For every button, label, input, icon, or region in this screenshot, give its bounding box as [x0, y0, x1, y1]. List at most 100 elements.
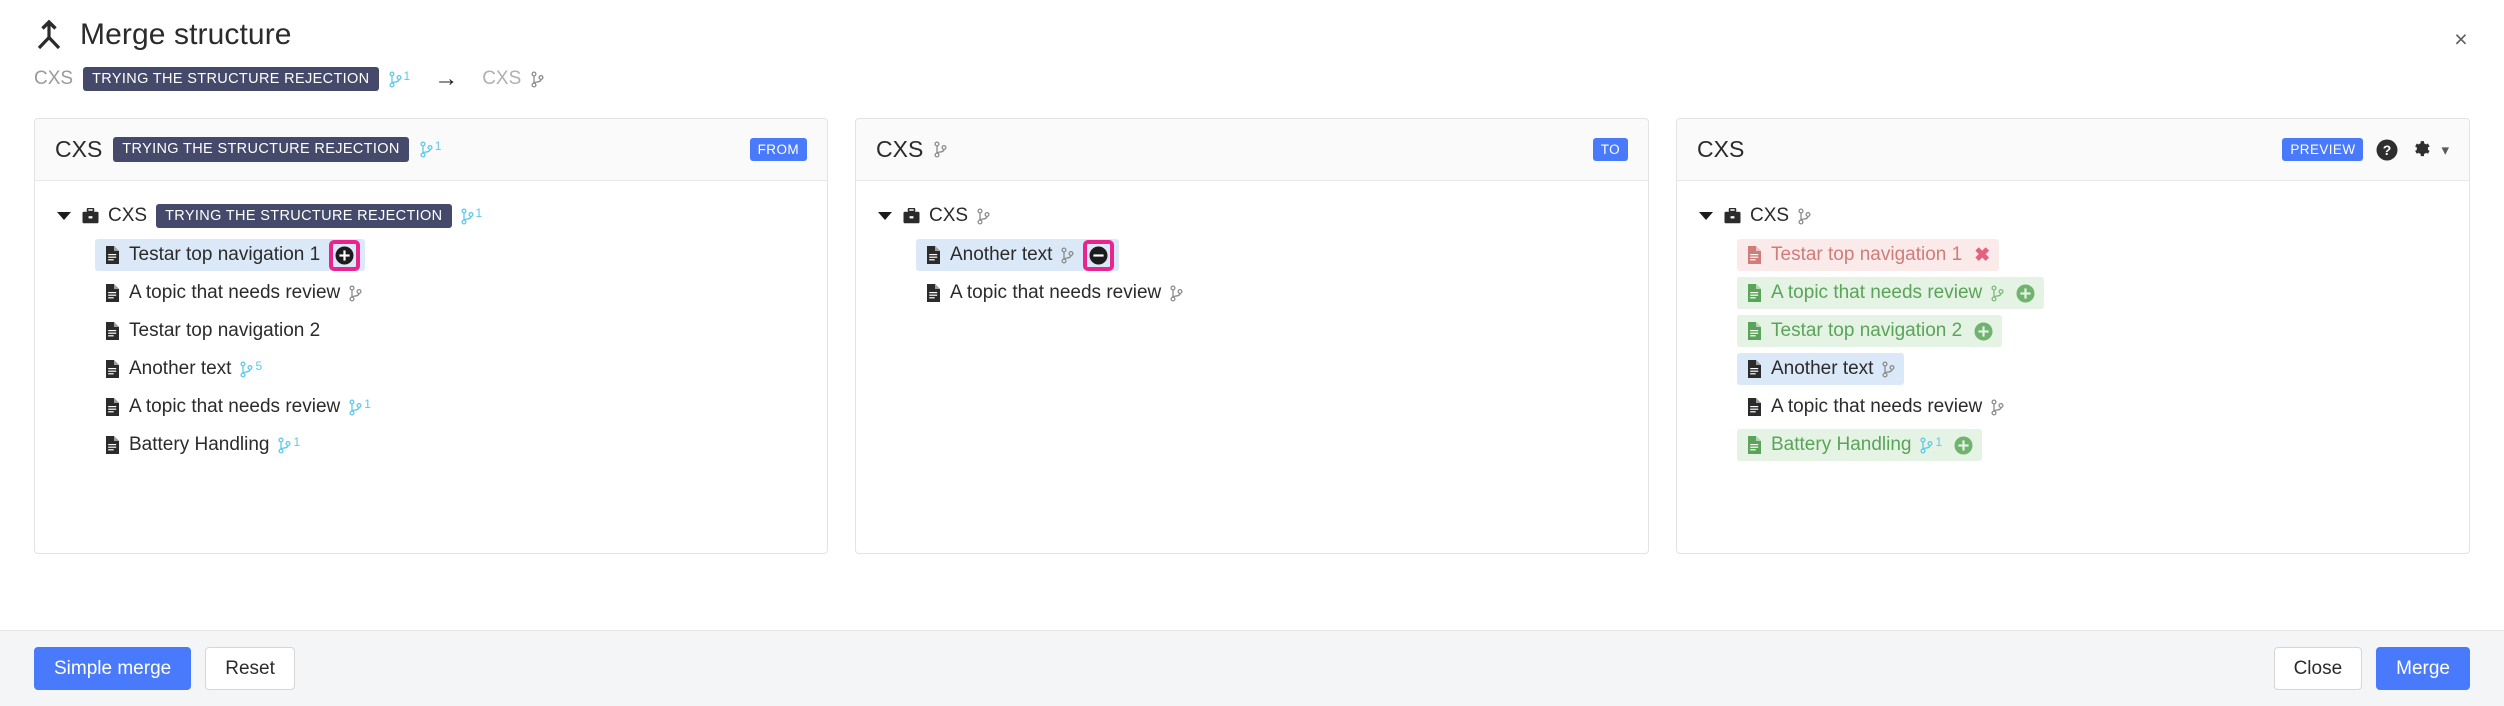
branch-icon: [1991, 399, 2004, 416]
reset-button[interactable]: Reset: [205, 647, 295, 690]
breadcrumb-source-branch-count: 1: [404, 70, 411, 82]
briefcase-icon: [1724, 208, 1741, 224]
branch-icon: 1: [1920, 437, 1942, 454]
panel-header: CXS PREVIEW ? ▾: [1677, 119, 2469, 181]
briefcase-icon: [82, 208, 99, 224]
help-icon[interactable]: ?: [2376, 139, 2398, 161]
root-branch-badge: TRYING THE STRUCTURE REJECTION: [156, 204, 451, 229]
dialog-header: Merge structure × CXS TRYING THE STRUCTU…: [0, 0, 2504, 92]
tree-row-wrapper: A topic that needs review: [1697, 391, 2449, 429]
branch-icon: 1: [461, 208, 483, 225]
panel-from: CXS TRYING THE STRUCTURE REJECTION 1 FRO…: [34, 118, 828, 554]
breadcrumb-source-branch-icon: 1: [389, 71, 411, 88]
tree-row[interactable]: Battery Handling 1: [1737, 429, 1982, 461]
tree-root-row[interactable]: CXS: [876, 201, 1628, 231]
panel-header-actions: PREVIEW ? ▾: [2282, 138, 2449, 162]
tree-row-label: Battery Handling: [129, 434, 269, 456]
panel-title: CXS: [55, 136, 102, 163]
breadcrumb-source-space: CXS: [34, 68, 73, 90]
simple-merge-button[interactable]: Simple merge: [34, 647, 191, 690]
expand-caret-icon[interactable]: [878, 212, 892, 220]
tree-row-wrapper: A topic that needs review: [1697, 277, 2449, 315]
document-icon: [926, 284, 941, 302]
document-icon: [1747, 284, 1762, 302]
panel-tree: CXS Another text: [856, 181, 1648, 553]
tree-row[interactable]: Testar top navigation 2: [95, 315, 329, 347]
document-icon: [1747, 360, 1762, 378]
branch-icon: [1170, 285, 1183, 302]
document-icon: [105, 436, 120, 454]
panel-header: CXS TRYING THE STRUCTURE REJECTION 1 FRO…: [35, 119, 827, 181]
branch-count: 1: [1935, 436, 1942, 448]
removed-indicator-icon[interactable]: ✖: [1974, 246, 1990, 265]
close-button[interactable]: Close: [2274, 647, 2363, 690]
tree-row-label: Another text: [129, 358, 231, 380]
tree-root-label: CXS: [108, 205, 147, 227]
tree-row[interactable]: Another text: [1737, 353, 1904, 385]
merge-arrow-icon: [34, 19, 64, 51]
document-icon: [1747, 398, 1762, 416]
panel-header-actions: TO: [1593, 138, 1628, 162]
branch-count: 1: [435, 140, 442, 152]
tree-row-wrapper: Testar top navigation 2: [55, 315, 807, 353]
document-icon: [105, 322, 120, 340]
tree-row-wrapper: Another text: [876, 239, 1628, 277]
document-icon: [105, 398, 120, 416]
panel-title: CXS: [1697, 136, 1744, 163]
page-title: Merge structure: [80, 18, 292, 52]
tree-rows: Testar top navigation 1 ✖ A topic that n…: [1697, 239, 2449, 467]
panel-title: CXS: [876, 136, 923, 163]
branch-icon: [1991, 285, 2004, 302]
tree-row-label: A topic that needs review: [1771, 282, 1982, 304]
branch-icon: [1798, 208, 1811, 225]
tree-row[interactable]: A topic that needs review: [1737, 277, 2044, 309]
panel-role-badge: TO: [1593, 138, 1628, 162]
panel-header-actions: FROM: [750, 138, 807, 162]
close-icon[interactable]: ×: [2444, 22, 2478, 56]
added-indicator-icon[interactable]: [2016, 284, 2035, 303]
panel-tree: CXS Testar top navigation 1 ✖: [1677, 181, 2469, 553]
tree-root-label: CXS: [929, 205, 968, 227]
tree-row[interactable]: A topic that needs review 1: [95, 391, 380, 423]
breadcrumb: CXS TRYING THE STRUCTURE REJECTION 1 → C…: [34, 66, 2470, 92]
remove-topic-button[interactable]: [1087, 244, 1110, 267]
added-indicator-icon[interactable]: [1974, 322, 1993, 341]
tree-root-row[interactable]: CXS TRYING THE STRUCTURE REJECTION 1: [55, 201, 807, 231]
tree-root-label: CXS: [1750, 205, 1789, 227]
briefcase-icon: [903, 208, 920, 224]
tree-row-label: Testar top navigation 2: [129, 320, 320, 342]
panel-branch-badge: TRYING THE STRUCTURE REJECTION: [113, 137, 408, 162]
document-icon: [926, 246, 941, 264]
tree-row[interactable]: A topic that needs review: [95, 277, 371, 309]
branch-count: 1: [293, 436, 300, 448]
tree-row-label: A topic that needs review: [1771, 396, 1982, 418]
breadcrumb-target-space: CXS: [482, 68, 521, 90]
tree-row-label: A topic that needs review: [129, 396, 340, 418]
branch-count: 5: [255, 360, 262, 372]
tree-row[interactable]: A topic that needs review: [916, 277, 1192, 309]
expand-caret-icon[interactable]: [57, 212, 71, 220]
tree-row[interactable]: Testar top navigation 1: [95, 239, 365, 271]
tree-root-row[interactable]: CXS: [1697, 201, 2449, 231]
tree-row[interactable]: Another text 5: [95, 353, 271, 385]
tree-row[interactable]: A topic that needs review: [1737, 391, 2013, 423]
tree-row-wrapper: Testar top navigation 1 ✖: [1697, 239, 2449, 277]
tree-row-label: Battery Handling: [1771, 434, 1911, 456]
tree-row[interactable]: Testar top navigation 1 ✖: [1737, 239, 1999, 271]
add-topic-button[interactable]: [333, 244, 356, 267]
branch-icon: 5: [240, 361, 262, 378]
tree-row[interactable]: Battery Handling 1: [95, 429, 309, 461]
branch-icon: [1061, 247, 1074, 264]
panels-container: CXS TRYING THE STRUCTURE REJECTION 1 FRO…: [0, 92, 2504, 606]
chevron-down-icon[interactable]: ▾: [2441, 141, 2449, 159]
gear-icon[interactable]: [2411, 139, 2432, 160]
added-indicator-icon[interactable]: [1954, 436, 1973, 455]
tree-row[interactable]: Testar top navigation 2: [1737, 315, 2002, 347]
tree-row-wrapper: A topic that needs review 1: [55, 391, 807, 429]
expand-caret-icon[interactable]: [1699, 212, 1713, 220]
tree-row[interactable]: Another text: [916, 239, 1119, 271]
tree-row-label: Testar top navigation 2: [1771, 320, 1962, 342]
tree-rows: Testar top navigation 1 A topic that nee…: [55, 239, 807, 467]
document-icon: [105, 284, 120, 302]
merge-button[interactable]: Merge: [2376, 647, 2470, 690]
